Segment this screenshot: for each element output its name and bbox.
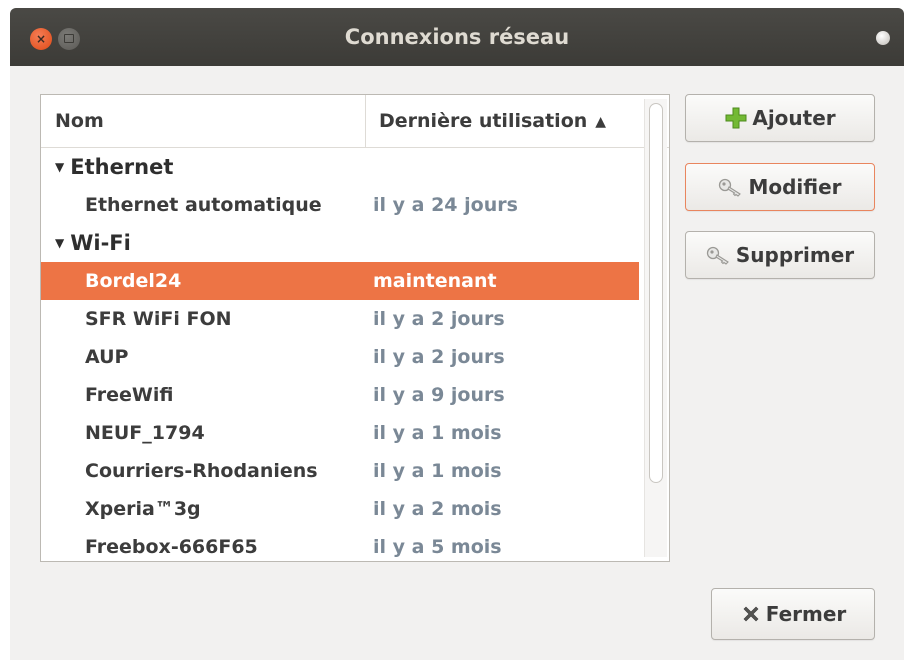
add-button[interactable]: Ajouter: [685, 94, 875, 142]
list-header: Nom Dernière utilisation ▲: [41, 95, 669, 148]
close-x-icon: [740, 603, 762, 625]
list-item[interactable]: Xperia™3g il y a 2 mois: [41, 490, 639, 528]
list-item[interactable]: Freebox-666F65 il y a 5 mois: [41, 528, 639, 561]
network-connections-window: × Connexions réseau Nom Dernière utilisa…: [10, 8, 904, 660]
list-item[interactable]: Courriers-Rhodaniens il y a 1 mois: [41, 452, 639, 490]
connection-name: NEUF_1794: [85, 422, 205, 444]
connection-name: Ethernet automatique: [85, 194, 322, 216]
connection-name: Freebox-666F65: [85, 536, 258, 558]
list-item[interactable]: FreeWifi il y a 9 jours: [41, 376, 639, 414]
group-row-ethernet[interactable]: ▼ Ethernet: [41, 148, 639, 186]
close-button-label: Fermer: [765, 602, 847, 626]
list-item[interactable]: Ethernet automatique il y a 24 jours: [41, 186, 639, 224]
key-icon: [718, 177, 744, 197]
list-rows: ▼ Ethernet Ethernet automatique il y a 24…: [41, 148, 639, 561]
key-icon: [706, 245, 732, 265]
connections-list[interactable]: Nom Dernière utilisation ▲ ▼ Ethernet Ethe…: [40, 94, 670, 562]
window-title: Connexions réseau: [344, 25, 570, 49]
list-item[interactable]: NEUF_1794 il y a 1 mois: [41, 414, 639, 452]
edit-button-label: Modifier: [748, 175, 842, 199]
add-button-label: Ajouter: [752, 106, 836, 130]
group-label: Wi-Fi: [70, 231, 131, 255]
vertical-scrollbar[interactable]: [644, 99, 667, 557]
connection-last-used: il y a 1 mois: [373, 460, 502, 482]
plus-icon: [724, 106, 748, 130]
connection-name: SFR WiFi FON: [85, 308, 232, 330]
column-header-last-used-label: Dernière utilisation: [379, 110, 588, 132]
titlebar[interactable]: × Connexions réseau: [10, 8, 904, 66]
expander-down-icon[interactable]: ▼: [55, 224, 64, 262]
connection-name: Courriers-Rhodaniens: [85, 460, 318, 482]
list-item-selected[interactable]: Bordel24 maintenant: [41, 262, 639, 300]
connection-last-used: il y a 2 mois: [373, 498, 502, 520]
sort-ascending-icon: ▲: [595, 114, 607, 130]
column-header-last-used[interactable]: Dernière utilisation ▲: [367, 95, 637, 147]
connection-last-used: il y a 24 jours: [373, 194, 518, 216]
delete-button[interactable]: Supprimer: [685, 231, 875, 279]
list-item[interactable]: AUP il y a 2 jours: [41, 338, 639, 376]
connection-last-used: maintenant: [373, 270, 497, 292]
connection-last-used: il y a 9 jours: [373, 384, 505, 406]
connection-name: AUP: [85, 346, 129, 368]
group-row-wifi[interactable]: ▼ Wi-Fi: [41, 224, 639, 262]
delete-button-label: Supprimer: [735, 243, 855, 267]
window-menu-dot-icon[interactable]: [876, 31, 890, 45]
connection-last-used: il y a 2 jours: [373, 308, 505, 330]
connection-name: FreeWifi: [85, 384, 174, 406]
close-button[interactable]: Fermer: [711, 588, 875, 640]
connection-last-used: il y a 2 jours: [373, 346, 505, 368]
expander-down-icon[interactable]: ▼: [55, 148, 64, 186]
column-header-name[interactable]: Nom: [41, 95, 366, 147]
connection-name: Bordel24: [85, 270, 182, 292]
connection-name: Xperia™3g: [85, 498, 201, 520]
edit-button[interactable]: Modifier: [685, 163, 875, 211]
connection-last-used: il y a 5 mois: [373, 536, 502, 558]
list-item[interactable]: SFR WiFi FON il y a 2 jours: [41, 300, 639, 338]
scrollbar-thumb[interactable]: [649, 103, 663, 483]
column-header-name-label: Nom: [55, 110, 104, 132]
group-label: Ethernet: [70, 155, 174, 179]
connection-last-used: il y a 1 mois: [373, 422, 502, 444]
